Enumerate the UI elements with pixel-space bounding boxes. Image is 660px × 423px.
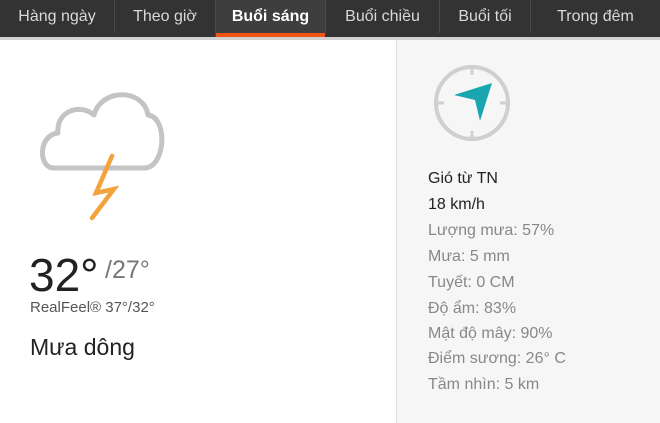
- weather-phrase: Mưa dông: [30, 334, 135, 360]
- precipitation-probability: Lượng mưa: 57%: [428, 222, 555, 239]
- compass-icon: [434, 65, 510, 141]
- tab-hourly[interactable]: Theo giờ: [114, 0, 215, 33]
- tab-morning[interactable]: Buổi sáng: [215, 0, 325, 37]
- tab-bar: Hàng ngày Theo giờ Buổi sáng Buổi chiều …: [0, 0, 660, 37]
- temperature-low: /27°: [105, 256, 150, 284]
- rain-amount: Mưa: 5 mm: [428, 248, 510, 265]
- tab-afternoon[interactable]: Buổi chiều: [325, 0, 439, 33]
- humidity: Độ ẩm: 83%: [428, 300, 517, 317]
- wind-speed: 18 km/h: [428, 196, 485, 213]
- realfeel-text: RealFeel® 37°/32°: [30, 299, 155, 316]
- tab-evening[interactable]: Buổi tối: [439, 0, 530, 33]
- cloud-lightning-icon: [40, 92, 165, 221]
- cloud-cover: Mật độ mây: 90%: [428, 325, 553, 342]
- temperature-high: 32°: [29, 249, 99, 301]
- visibility: Tầm nhìn: 5 km: [428, 376, 540, 393]
- wind-direction: Gió từ TN: [428, 170, 498, 187]
- wind-direction-arrow-icon: [454, 83, 492, 121]
- dew-point: Điểm sương: 26° C: [428, 350, 566, 367]
- snow-amount: Tuyết: 0 CM: [428, 274, 515, 291]
- tab-daily[interactable]: Hàng ngày: [0, 0, 114, 33]
- tab-overnight[interactable]: Trong đêm: [530, 0, 660, 33]
